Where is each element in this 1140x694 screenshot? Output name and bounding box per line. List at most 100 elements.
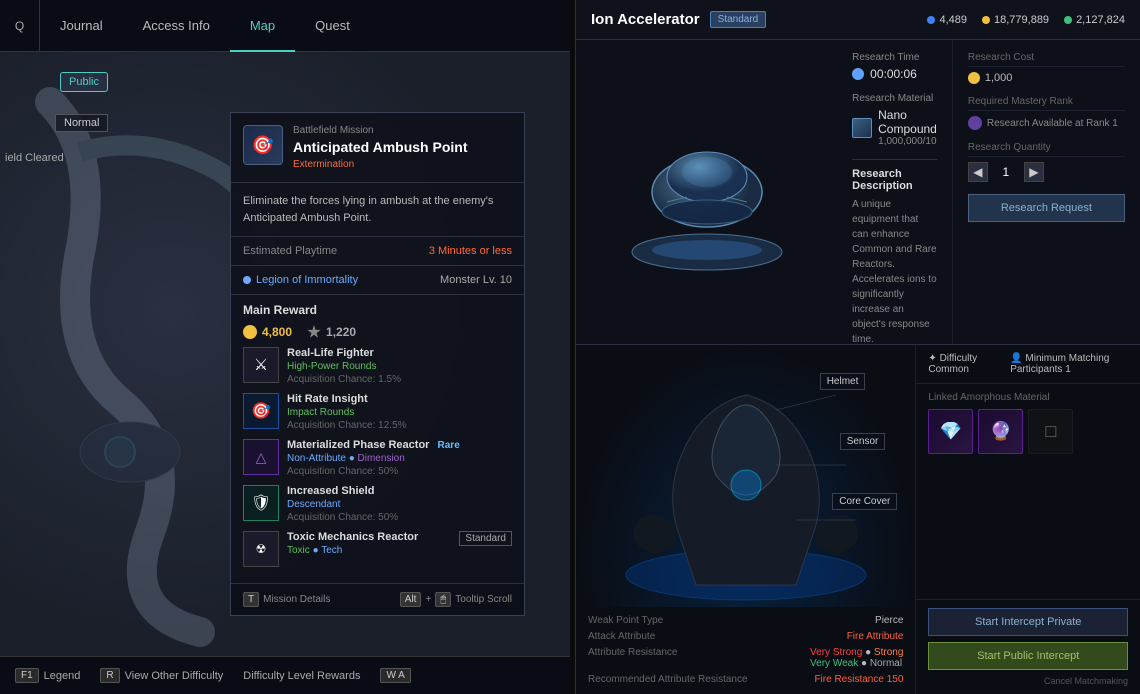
item-name: Toxic Mechanics Reactor (287, 531, 451, 543)
mission-faction: Legion of Immortality Monster Lv. 10 (231, 266, 524, 295)
scroll-key: 🖱 (435, 592, 451, 607)
reward-currency: 4,800 1,220 (243, 325, 512, 339)
research-material-value: Nano Compound 1,000,000/10 (852, 108, 937, 147)
nav-icon[interactable]: Q (0, 0, 40, 52)
rt-stats: 4,489 18,779,889 2,127,824 (927, 14, 1125, 26)
mission-playtime: Estimated Playtime 3 Minutes or less (231, 237, 524, 266)
min-match-value: 1 (1065, 364, 1071, 375)
rb-right-header: ✦ Difficulty Common 👤 Minimum Matching P… (916, 345, 1140, 383)
boss-area: Helmet Sensor Core Cover (576, 345, 915, 607)
item-sub: Toxic ● Tech (287, 545, 451, 556)
tooltip-label: Tooltip Scroll (455, 594, 512, 605)
resistance-row: Attribute Resistance Very Strong ● Stron… (588, 647, 903, 669)
start-intercept-private-button[interactable]: Start Intercept Private (928, 608, 1128, 636)
item-chance: Acquisition Chance: 1.5% (287, 374, 512, 385)
model-3d (607, 107, 807, 277)
monster-level: Monster Lv. 10 (440, 274, 512, 286)
min-match-tag: 👤 Minimum Matching Participants 1 (1010, 353, 1128, 375)
item-badge: Standard (710, 11, 767, 28)
difficulty-label: View Other Difficulty (125, 670, 224, 682)
start-public-intercept-button[interactable]: Start Public Intercept (928, 642, 1128, 670)
stat-green: 2,127,824 (1064, 14, 1125, 26)
resistance-values: Very Strong ● Strong Very Weak ● Normal (810, 647, 903, 669)
item-sub: High-Power Rounds (287, 361, 512, 372)
quantity-field: Research Quantity ◀ 1 ▶ (968, 142, 1125, 182)
map-normal-label: Normal (55, 114, 108, 132)
material-icon (852, 118, 872, 138)
green-dot (1064, 16, 1072, 24)
item-name: Increased Shield (287, 485, 512, 497)
research-request-button[interactable]: Research Request (968, 194, 1125, 222)
legend-label: Legend (44, 670, 81, 682)
mastery-label: Required Mastery Rank (968, 96, 1125, 111)
item-icon: 🎯 (243, 393, 279, 429)
item-sub: Impact Rounds (287, 407, 512, 418)
rt-body: Research Time 00:00:06 Research Material… (576, 40, 1140, 344)
legend-key: F1 Legend (15, 668, 80, 683)
recommended-label: Recommended Attribute Resistance (588, 674, 748, 685)
sensor-label: Sensor (840, 433, 886, 450)
right-bottom-panel: Helmet Sensor Core Cover Weak Point Type… (575, 345, 1140, 694)
playtime-value: 3 Minutes or less (429, 245, 512, 257)
mission-details-label: Mission Details (263, 594, 330, 605)
item-rare-badge: Rare (438, 440, 460, 451)
research-desc-title: Research Description (852, 168, 937, 192)
silver-icon (307, 325, 321, 339)
item-sub: Descendant (287, 499, 512, 510)
item-sub: Non-Attribute ● Dimension (287, 453, 512, 464)
quantity-increase[interactable]: ▶ (1024, 162, 1044, 182)
item-chance: Acquisition Chance: 12.5% (287, 420, 512, 431)
min-match-label: Minimum Matching Participants (1010, 353, 1109, 375)
recommended-value: Fire Resistance 150 (814, 674, 903, 685)
item-info: Hit Rate Insight Impact Rounds Acquisiti… (287, 393, 512, 431)
item-name: Materialized Phase Reactor Rare (287, 439, 512, 451)
mission-icon: 🎯 (243, 125, 283, 165)
item-icon: ☢ (243, 531, 279, 567)
item-info: Real-Life Fighter High-Power Rounds Acqu… (287, 347, 512, 385)
map-cleared-label: ield Cleared (5, 152, 64, 164)
nav-quest[interactable]: Quest (295, 0, 370, 52)
mission-footer: T Mission Details Alt + 🖱 Tooltip Scroll (231, 583, 524, 615)
mastery-field: Required Mastery Rank Research Available… (968, 96, 1125, 130)
research-cost-label: Research Cost (968, 52, 1125, 67)
top-nav: Q Journal Access Info Map Quest (0, 0, 570, 52)
reward-section: Main Reward 4,800 1,220 ⚔ Real-Life (231, 295, 524, 583)
item-info: Toxic Mechanics Reactor Toxic ● Tech (287, 531, 451, 558)
map-public-label: Public (60, 72, 108, 92)
nav-access-info[interactable]: Access Info (123, 0, 230, 52)
gold-reward: 4,800 (243, 325, 292, 339)
material-name: Nano Compound (878, 108, 937, 136)
mission-name: Anticipated Ambush Point (293, 139, 512, 155)
rt-header: Ion Accelerator Standard 4,489 18,779,88… (576, 0, 1140, 40)
mission-header: 🎯 Battlefield Mission Anticipated Ambush… (231, 113, 524, 183)
rt-right-col: Research Cost 1,000 Required Mastery Ran… (952, 40, 1140, 344)
quantity-value: 1 (996, 165, 1016, 179)
stat-yellow-value: 18,779,889 (994, 14, 1049, 26)
rb-right: ✦ Difficulty Common 👤 Minimum Matching P… (915, 345, 1140, 694)
quantity-label: Research Quantity (968, 142, 1125, 157)
q-icon: Q (15, 19, 24, 33)
difficulty-key[interactable]: R View Other Difficulty (100, 668, 223, 683)
standard-badge: Standard (459, 531, 512, 546)
rb-actions: Start Intercept Private Start Public Int… (916, 599, 1140, 694)
research-time-section: Research Time 00:00:06 (852, 52, 937, 81)
cost-icon (968, 72, 980, 84)
reward-item: ☢ Toxic Mechanics Reactor Toxic ● Tech S… (243, 531, 512, 567)
nav-map[interactable]: Map (230, 0, 295, 52)
rt-info: Research Time 00:00:06 Research Material… (837, 40, 952, 344)
quantity-decrease[interactable]: ◀ (968, 162, 988, 182)
core-cover-label: Core Cover (832, 493, 897, 510)
recommended-resistance-row: Recommended Attribute Resistance Fire Re… (588, 674, 903, 685)
playtime-label: Estimated Playtime (243, 245, 337, 257)
linked-item-2: 🔮 (978, 409, 1023, 454)
faction-name: Legion of Immortality (243, 274, 358, 286)
quantity-control: ◀ 1 ▶ (968, 162, 1125, 182)
mission-type: Battlefield Mission (293, 125, 512, 136)
item-chance: Acquisition Chance: 50% (287, 512, 512, 523)
rewards-key: Difficulty Level Rewards (243, 670, 360, 682)
mission-popup: 🎯 Battlefield Mission Anticipated Ambush… (230, 112, 525, 616)
linked-title: Linked Amorphous Material (928, 392, 1128, 403)
silver-reward: 1,220 (307, 325, 356, 339)
nav-journal[interactable]: Journal (40, 0, 123, 52)
stat-blue: 4,489 (927, 14, 967, 26)
